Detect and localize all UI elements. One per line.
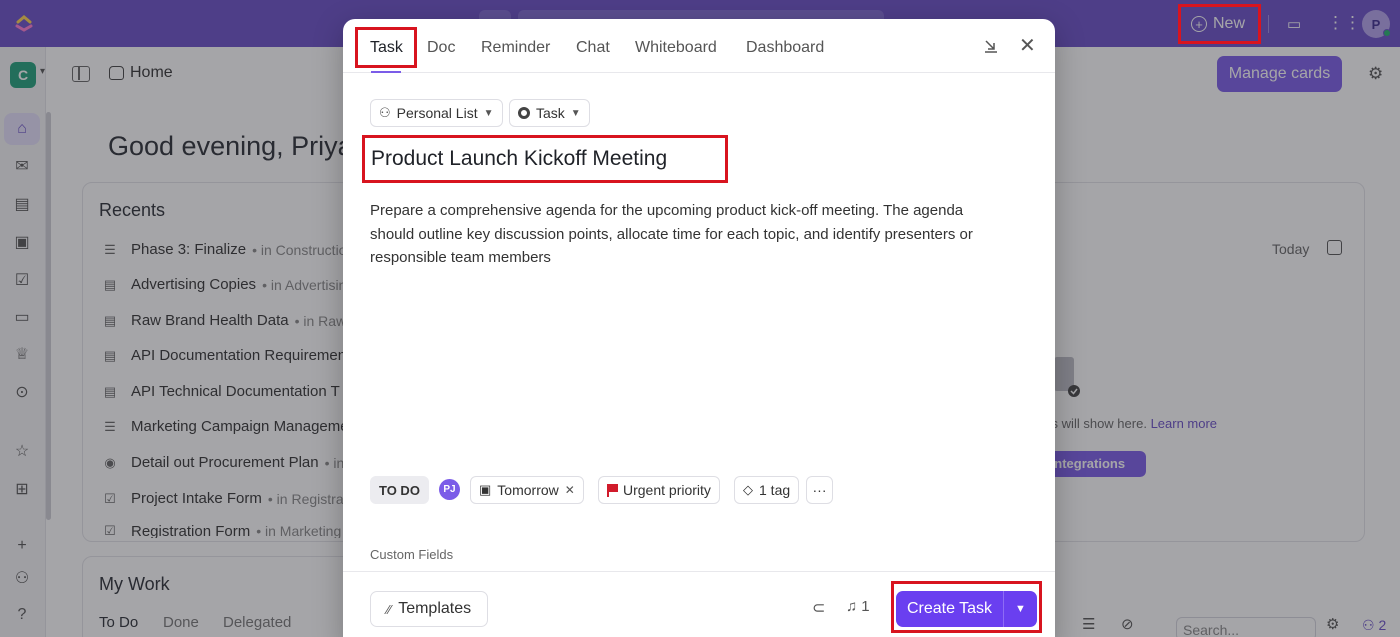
tags-selector[interactable]: ◇ 1 tag (734, 476, 800, 504)
clear-date-icon[interactable]: ✕ (565, 483, 575, 497)
create-task-button[interactable]: Create Task ▼ (896, 591, 1037, 627)
bell-icon: ♫ (846, 598, 858, 615)
modal-tab-bar: Task Doc Reminder Chat Whiteboard Dashbo… (343, 19, 1055, 73)
chevron-down-icon: ▼ (570, 107, 581, 119)
tag-icon: ◇ (743, 482, 753, 497)
calendar-icon: ▣ (479, 482, 492, 497)
task-type-icon (518, 107, 530, 119)
chevron-down-icon[interactable]: ▼ (1004, 603, 1037, 615)
tab-dashboard[interactable]: Dashboard (746, 39, 824, 57)
priority-label: Urgent priority (623, 482, 711, 498)
tab-whiteboard[interactable]: Whiteboard (635, 39, 717, 57)
task-description-input[interactable]: Prepare a comprehensive agenda for the u… (370, 199, 1010, 270)
task-name-input[interactable]: Product Launch Kickoff Meeting (371, 147, 667, 171)
create-item-modal: Task Doc Reminder Chat Whiteboard Dashbo… (343, 19, 1055, 637)
priority-selector[interactable]: Urgent priority (598, 476, 720, 504)
tab-reminder[interactable]: Reminder (481, 39, 550, 57)
urgent-flag-icon (607, 483, 618, 497)
tab-chat[interactable]: Chat (576, 39, 610, 57)
tags-label: 1 tag (759, 482, 791, 498)
minimize-icon[interactable] (983, 38, 999, 54)
reminder-count: 1 (861, 598, 870, 615)
tab-task[interactable]: Task (370, 39, 403, 57)
due-date-selector[interactable]: ▣ Tomorrow ✕ (470, 476, 584, 504)
list-people-icon: ⚇ (379, 105, 391, 120)
location-label: Personal List (396, 105, 478, 121)
due-date-label: Tomorrow (497, 482, 559, 498)
close-icon[interactable]: ✕ (1019, 36, 1036, 56)
attachment-icon[interactable]: ⊂ (812, 598, 825, 618)
active-tab-indicator (371, 71, 401, 73)
custom-fields-label: Custom Fields (370, 547, 454, 562)
tab-doc[interactable]: Doc (427, 39, 455, 57)
reminder-bell-button[interactable]: ♫ 1 (846, 598, 870, 615)
templates-button[interactable]: ⁄⁄ Templates (370, 591, 488, 627)
more-options-button[interactable]: ··· (806, 476, 833, 504)
task-type-selector[interactable]: Task ▼ (509, 99, 590, 127)
templates-label: Templates (398, 600, 472, 617)
assignee-avatar[interactable]: PJ (439, 479, 460, 500)
status-selector[interactable]: TO DO (370, 476, 429, 504)
create-task-label: Create Task (906, 600, 993, 617)
location-selector[interactable]: ⚇ Personal List ▼ (370, 99, 503, 127)
chevron-down-icon: ▼ (483, 107, 494, 119)
task-type-label: Task (536, 105, 565, 121)
templates-icon: ⁄⁄ (386, 601, 392, 617)
